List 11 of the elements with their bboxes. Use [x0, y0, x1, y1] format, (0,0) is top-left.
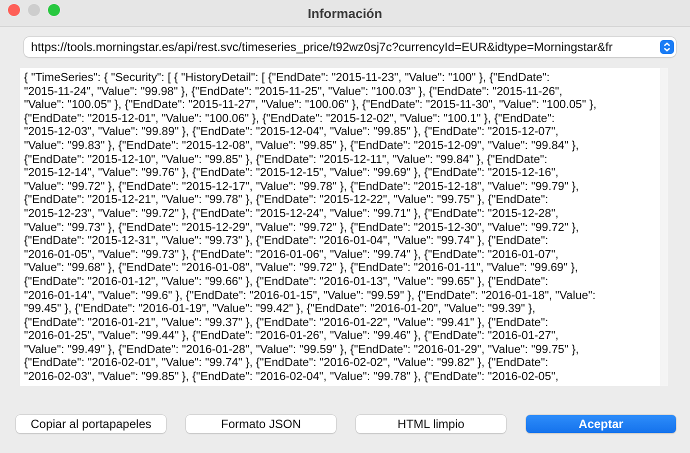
- chevron-icon: [660, 39, 674, 55]
- url-dropdown[interactable]: https://tools.morningstar.es/api/rest.svc/timeseries_price/t92wz0sj7c?currencyId=EUR&idtype=Morningstar&fr: [24, 37, 676, 57]
- dialog-button[interactable]: Copiar al portapapeles: [16, 415, 166, 433]
- window-title: Información: [308, 6, 382, 20]
- close-icon[interactable]: [8, 4, 20, 16]
- minimize-icon[interactable]: [28, 4, 40, 16]
- accept-button[interactable]: Aceptar: [526, 415, 676, 433]
- maximize-icon[interactable]: [48, 4, 60, 16]
- json-text-area[interactable]: { "TimeSeries": { "Security": [ { "HistoryDetail": [ {"EndDate": "2015-11-23", "Value": "100" }, {"EndDate": "2015-11-24", "Value": "99.98" }, {"EndDate": "2015-11-25", "Value": "100.03" }, {"EndDate": "2015-11-26", "Value": "100.05" }, {"EndDate": "2015-11-27", "Value": "100.06" }, {"EndDate": "2015-11-30", "Value": "100.05" }, {"EndDate": "2015-12-01", "Value": "100.06" }, {"EndDate": "2015-12-02", "Value": "100.1" }, {"EndDate": "2015-12-03", "Value": "99.89" }, {"EndDate": "2015-12-04", "Value": "99.85" }, {"EndDate": "2015-12-07", "Value": "99.83" }, {"EndDate": "2015-12-08", "Value": "99.85" }, {"EndDate": "2015-12-09", "Value": "99.84" }, {"EndDate": "2015-12-10", "Value": "99.85" }, {"EndDate": "2015-12-11", "Value": "99.84" }, {"EndDate": "2015-12-14", "Value": "99.76" }, {"EndDate": "2015-12-15", "Value": "99.69" }, {"EndDate": "2015-12-16", "Value": "99.72" }, {"EndDate": "2015-12-17", "Value": "99.78" }, {"EndDate": "2015-12-18", "Value": "99.79" }, {"EndDate": "2015-12-21", "Value": "99.78" }, {"EndDate": "2015-12-22", "Value": "99.75" }, {"EndDate": "2015-12-23", "Value": "99.72" }, {"EndDate": "2015-12-24", "Value": "99.71" }, {"EndDate": "2015-12-28", "Value": "99.73" }, {"EndDate": "2015-12-29", "Value": "99.72" }, {"EndDate": "2015-12-30", "Value": "99.72" }, {"EndDate": "2015-12-31", "Value": "99.73" }, {"EndDate": "2016-01-04", "Value": "99.74" }, {"EndDate": "2016-01-05", "Value": "99.73" }, {"EndDate": "2016-01-06", "Value": "99.74" }, {"EndDate": "2016-01-07", "Value": "99.68" }, {"EndDate": "2016-01-08", "Value": "99.72" }, {"EndDate": "2016-01-11", "Value": "99.69" }, {"EndDate": "2016-01-12", "Value": "99.66" }, {"EndDate": "2016-01-13", "Value": "99.65" }, {"EndDate": "2016-01-14", "Value": "99.6" }, {"EndDate": "2016-01-15", "Value": "99.59" }, {"EndDate": "2016-01-18", "Value": "99.45" }, {"EndDate": "2016-01-19", "Value": "99.42" }, {"EndDate": "2016-01-20", "Value": "99.39" }, {"EndDate": "2016-01-21", "Value": "99.37" }, {"EndDate": "2016-01-22", "Value": "99.41" }, {"EndDate": "2016-01-25", "Value": "99.44" }, {"EndDate": "2016-01-26", "Value": "99.46" }, {"EndDate": "2016-01-27", "Value": "99.49" }, {"EndDate": "2016-01-28", "Value": "99.59" }, {"EndDate": "2016-01-29", "Value": "99.75" }, {"EndDate": "2016-02-01", "Value": "99.74" }, {"EndDate": "2016-02-02", "Value": "99.82" }, {"EndDate": "2016-02-03", "Value": "99.85" }, {"EndDate": "2016-02-04", "Value": "99.78" }, {"EndDate": "2016-02-05",: [20, 68, 668, 386]
- dialog-button[interactable]: HTML limpio: [356, 415, 506, 433]
- dialog-button[interactable]: Formato JSON: [186, 415, 336, 433]
